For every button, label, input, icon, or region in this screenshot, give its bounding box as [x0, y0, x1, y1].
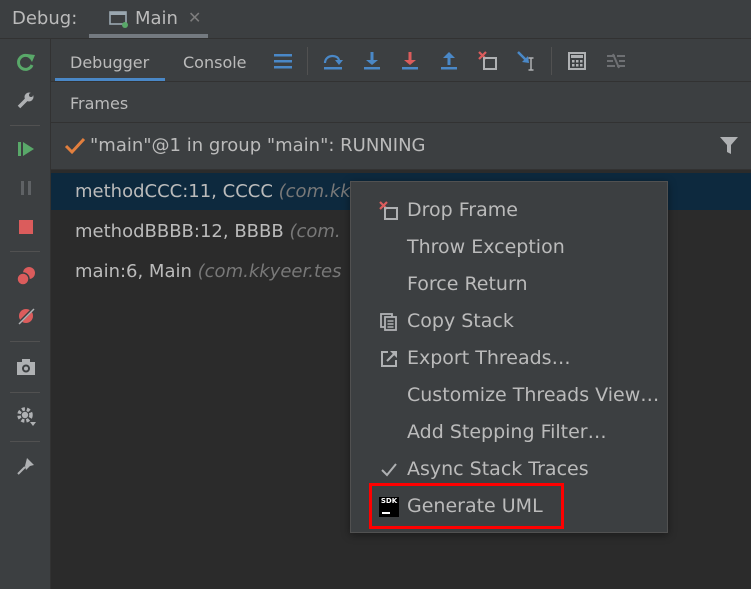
- separator: [10, 125, 40, 126]
- frames-header: [51, 82, 751, 123]
- trace-current-stream-icon[interactable]: [604, 49, 628, 73]
- tab-console[interactable]: Console: [183, 53, 247, 72]
- tab-main[interactable]: Main ✕: [89, 0, 208, 38]
- step-out-icon[interactable]: [437, 49, 461, 73]
- menu-item-label: Copy Stack: [407, 310, 514, 332]
- filter-icon[interactable]: [719, 136, 739, 160]
- menu-item-add-stepping-filter[interactable]: Add Stepping Filter…: [351, 414, 667, 451]
- copy-stack-icon: [378, 311, 400, 333]
- pin-icon[interactable]: [13, 453, 39, 479]
- mute-breakpoints-icon[interactable]: [13, 303, 39, 329]
- frame-context-menu: Drop Frame Throw Exception Force Return …: [350, 181, 668, 533]
- highlight-annotation-box: [369, 483, 564, 529]
- active-tab-indicator: [89, 34, 208, 38]
- frame-method: methodCCC:11, CCCC: [75, 181, 273, 202]
- menu-item-copy-stack[interactable]: Copy Stack: [351, 303, 667, 340]
- separator: [10, 441, 40, 442]
- frame-package: (com.: [289, 221, 341, 242]
- tab-main-label: Main: [135, 8, 178, 29]
- camera-icon[interactable]: [13, 354, 39, 380]
- debug-label: Debug:: [12, 8, 78, 29]
- restore-layout-icon[interactable]: [271, 49, 295, 73]
- wrench-icon[interactable]: [13, 87, 39, 113]
- thread-label: "main"@1 in group "main": RUNNING: [90, 135, 426, 156]
- menu-item-throw-exception[interactable]: Throw Exception: [351, 229, 667, 266]
- thread-running-checkmark-icon: [64, 135, 86, 161]
- menu-item-label: Customize Threads View…: [407, 384, 660, 406]
- settings-icon[interactable]: [13, 403, 39, 429]
- checkmark-icon: [378, 459, 400, 481]
- close-icon[interactable]: ✕: [188, 8, 201, 27]
- menu-item-label: Force Return: [407, 273, 528, 295]
- frames-title: Frames: [70, 94, 129, 113]
- active-tab-indicator: [55, 78, 165, 81]
- separator: [10, 392, 40, 393]
- drop-frame-icon[interactable]: [476, 49, 500, 73]
- separator: [10, 251, 40, 252]
- drop-frame-icon: [378, 200, 400, 222]
- separator: [10, 341, 40, 342]
- tab-debugger[interactable]: Debugger: [70, 53, 149, 72]
- frame-method: main:6, Main: [75, 261, 192, 282]
- menu-item-label: Export Threads…: [407, 347, 571, 369]
- view-breakpoints-icon[interactable]: [13, 263, 39, 289]
- menu-item-label: Async Stack Traces: [407, 458, 589, 480]
- separator: [551, 47, 552, 75]
- export-icon: [378, 348, 400, 370]
- menu-item-label: Throw Exception: [407, 236, 565, 258]
- menu-item-label: Drop Frame: [407, 199, 518, 221]
- menu-item-force-return[interactable]: Force Return: [351, 266, 667, 303]
- frame-package: (com.kk: [278, 181, 351, 202]
- step-over-icon[interactable]: [321, 49, 345, 73]
- pause-icon[interactable]: [13, 175, 39, 201]
- run-to-cursor-icon[interactable]: [515, 49, 539, 73]
- frame-method: methodBBBB:12, BBBB: [75, 221, 284, 242]
- left-debug-toolbar: [0, 39, 51, 589]
- menu-item-drop-frame[interactable]: Drop Frame: [351, 192, 667, 229]
- stop-icon[interactable]: [13, 214, 39, 240]
- menu-item-export-threads[interactable]: Export Threads…: [351, 340, 667, 377]
- rerun-icon[interactable]: [13, 49, 39, 75]
- separator: [307, 47, 308, 75]
- resume-icon[interactable]: [13, 136, 39, 162]
- menu-item-label: Add Stepping Filter…: [407, 421, 607, 443]
- step-into-icon[interactable]: [360, 49, 384, 73]
- menu-item-customize-threads-view[interactable]: Customize Threads View…: [351, 377, 667, 414]
- application-icon: [109, 10, 129, 32]
- frame-package: (com.kkyeer.tes: [197, 261, 342, 282]
- force-step-into-icon[interactable]: [398, 49, 422, 73]
- debugger-toolbar: Debugger Console: [51, 39, 751, 82]
- evaluate-expression-icon[interactable]: [565, 49, 589, 73]
